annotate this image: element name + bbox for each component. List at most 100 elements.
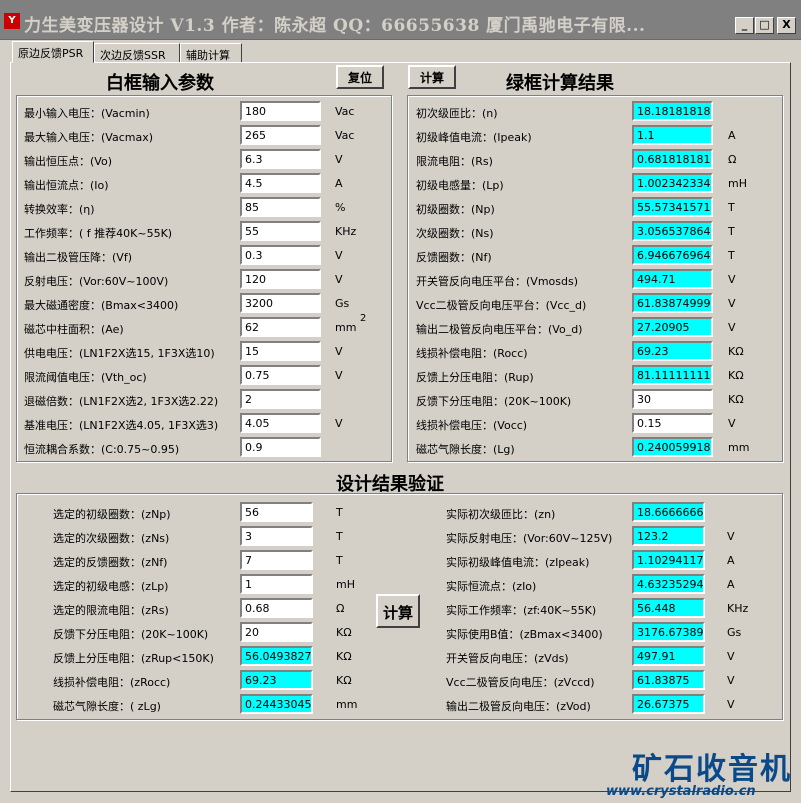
minimize-button[interactable]: _ — [735, 17, 754, 34]
param-row-input-field[interactable]: 0.9 — [240, 437, 321, 457]
verify-input-row-result-field[interactable]: 0.24433045294 — [240, 694, 313, 714]
app-logo-icon: Y — [4, 13, 20, 29]
result-row-label: 初次级匝比：(n) — [416, 107, 498, 120]
verify-result-row-result-field[interactable]: 123.2 — [632, 526, 705, 546]
verify-input-row-unit: T — [336, 530, 343, 543]
param-row-unit: V — [335, 369, 343, 382]
result-row-result-field[interactable]: 1.00234233437 — [632, 173, 713, 193]
verify-input-row-input-field[interactable]: 3 — [240, 526, 313, 546]
result-row-result-field[interactable]: 0.24005991841 — [632, 437, 713, 457]
calculate-button[interactable]: 计算 — [408, 65, 456, 89]
param-row-label: 转换效率：(η) — [24, 203, 95, 216]
verify-result-row-result-field[interactable]: 1.10294117647 — [632, 550, 705, 570]
result-row-unit: mH — [728, 177, 747, 190]
result-row-result-field[interactable]: 27.20905 — [632, 317, 713, 337]
param-row-label: 输出恒流点：(Io) — [24, 179, 109, 192]
param-row-unit: % — [335, 201, 346, 214]
verify-calculate-button[interactable]: 计算 — [376, 594, 420, 628]
result-row-result-field[interactable]: 494.71 — [632, 269, 713, 289]
verify-result-row-result-field[interactable]: 26.67375 — [632, 694, 705, 714]
param-row-input-field[interactable]: 62 — [240, 317, 321, 337]
tab-aux-calc[interactable]: 辅助计算 — [180, 43, 242, 63]
verify-input-row-result-field[interactable]: 56.0493827160 — [240, 646, 313, 666]
result-row-unit: V — [728, 297, 736, 310]
reset-button[interactable]: 复位 — [336, 65, 384, 89]
close-button[interactable]: X — [777, 17, 796, 34]
verify-input-row-input-field[interactable]: 1 — [240, 574, 313, 594]
verify-result-row-result-field[interactable]: 497.91 — [632, 646, 705, 666]
result-row-input-field[interactable]: 30 — [632, 389, 713, 409]
tab-ssr[interactable]: 次边反馈SSR — [94, 43, 180, 63]
verify-result-row-unit: V — [727, 530, 735, 543]
param-row-input-field[interactable]: 55 — [240, 221, 321, 241]
result-row-label: 初级圈数：(Np) — [416, 203, 495, 216]
verify-result-row-result-field[interactable]: 4.63235294117 — [632, 574, 705, 594]
verify-result-row-result-field[interactable]: 3176.67389538 — [632, 622, 705, 642]
verify-result-row-label: 输出二极管反向电压：(zVod) — [446, 700, 591, 713]
results-title: 绿框计算结果 — [506, 73, 614, 94]
verify-input-row-input-field[interactable]: 0.68 — [240, 598, 313, 618]
param-row-input-field[interactable]: 3200 — [240, 293, 321, 313]
verify-input-row-unit: mH — [336, 578, 355, 591]
result-row-result-field[interactable]: 69.23 — [632, 341, 713, 361]
maximize-button[interactable]: □ — [755, 17, 774, 34]
result-row-unit: T — [728, 249, 735, 262]
result-row-label: 次级圈数：(Ns) — [416, 227, 494, 240]
result-row-result-field[interactable]: 0.68181818181 — [632, 149, 713, 169]
param-row-unit: Gs — [335, 297, 350, 310]
verify-input-row-label: 选定的反馈圈数：(zNf) — [53, 556, 168, 569]
result-row-result-field[interactable]: 18.1818181818 — [632, 101, 713, 121]
tab-psr[interactable]: 原边反馈PSR — [12, 41, 94, 63]
verify-input-row-input-field[interactable]: 7 — [240, 550, 313, 570]
result-row-unit: Ω — [728, 153, 737, 166]
verify-result-row-label: 实际使用B值：(zBmax<3400) — [446, 628, 603, 641]
verify-result-row-unit: A — [727, 554, 735, 567]
verify-result-row-label: 实际初级峰值电流：(zIpeak) — [446, 556, 590, 569]
param-row-input-field[interactable]: 0.3 — [240, 245, 321, 265]
verify-result-row-unit: A — [727, 578, 735, 591]
verify-result-row-result-field[interactable]: 18.6666666666 — [632, 502, 705, 522]
verify-result-row-label: Vcc二极管反向电压：(zVccd) — [446, 676, 595, 689]
result-row-input-field[interactable]: 0.15 — [632, 413, 713, 433]
param-row-unit: V — [335, 273, 343, 286]
result-row-result-field[interactable]: 61.8387499999 — [632, 293, 713, 313]
param-row-input-field[interactable]: 4.05 — [240, 413, 321, 433]
param-row-input-field[interactable]: 120 — [240, 269, 321, 289]
result-row-result-field[interactable]: 55.5734157165 — [632, 197, 713, 217]
result-row-label: 反馈下分压电阻：(20K~100K) — [416, 395, 572, 408]
verify-result-row-unit: Gs — [727, 626, 742, 639]
param-row-input-field[interactable]: 265 — [240, 125, 321, 145]
param-row-input-field[interactable]: 2 — [240, 389, 321, 409]
verify-input-row-input-field[interactable]: 56 — [240, 502, 313, 522]
param-row-input-field[interactable]: 6.3 — [240, 149, 321, 169]
param-row-input-field[interactable]: 180 — [240, 101, 321, 121]
result-row-unit: V — [728, 417, 736, 430]
result-row-label: 输出二极管反向电压平台：(Vo_d) — [416, 323, 583, 336]
verify-input-row-input-field[interactable]: 20 — [240, 622, 313, 642]
result-row-label: 初级峰值电流：(Ipeak) — [416, 131, 532, 144]
verify-input-row-result-field[interactable]: 69.23 — [240, 670, 313, 690]
param-row-unit: V — [335, 345, 343, 358]
window-title: 力生美变压器设计 V1.3 作者：陈永超 QQ：66655638 厦门禹驰电子有… — [24, 16, 646, 36]
param-row-input-field[interactable]: 4.5 — [240, 173, 321, 193]
result-row-result-field[interactable]: 3.05653786441 — [632, 221, 713, 241]
title-bar[interactable]: Y 力生美变压器设计 V1.3 作者：陈永超 QQ：66655638 厦门禹驰电… — [0, 0, 801, 40]
verify-input-row-label: 线损补偿电阻：(zRocc) — [53, 676, 171, 689]
param-row-label: 供电电压：(LN1F2X选15, 1F3X选10) — [24, 347, 215, 360]
result-row-result-field[interactable]: 81.1111111111 — [632, 365, 713, 385]
verify-result-row-unit: V — [727, 698, 735, 711]
verify-result-row-result-field[interactable]: 61.83875 — [632, 670, 705, 690]
result-row-result-field[interactable]: 6.94667696457 — [632, 245, 713, 265]
result-row-result-field[interactable]: 1.1 — [632, 125, 713, 145]
verify-result-row-unit: KHz — [727, 602, 749, 615]
param-row-unit: Vac — [335, 129, 355, 142]
param-row-input-field[interactable]: 15 — [240, 341, 321, 361]
param-row-unit: V — [335, 249, 343, 262]
param-row-unit: KHz — [335, 225, 357, 238]
param-row-input-field[interactable]: 85 — [240, 197, 321, 217]
verify-input-row-unit: T — [336, 554, 343, 567]
param-row-input-field[interactable]: 0.75 — [240, 365, 321, 385]
verify-result-row-result-field[interactable]: 56.448 — [632, 598, 705, 618]
param-row-label: 最大输入电压：(Vacmax) — [24, 131, 154, 144]
param-row-label: 基准电压：(LN1F2X选4.05, 1F3X选3) — [24, 419, 219, 432]
